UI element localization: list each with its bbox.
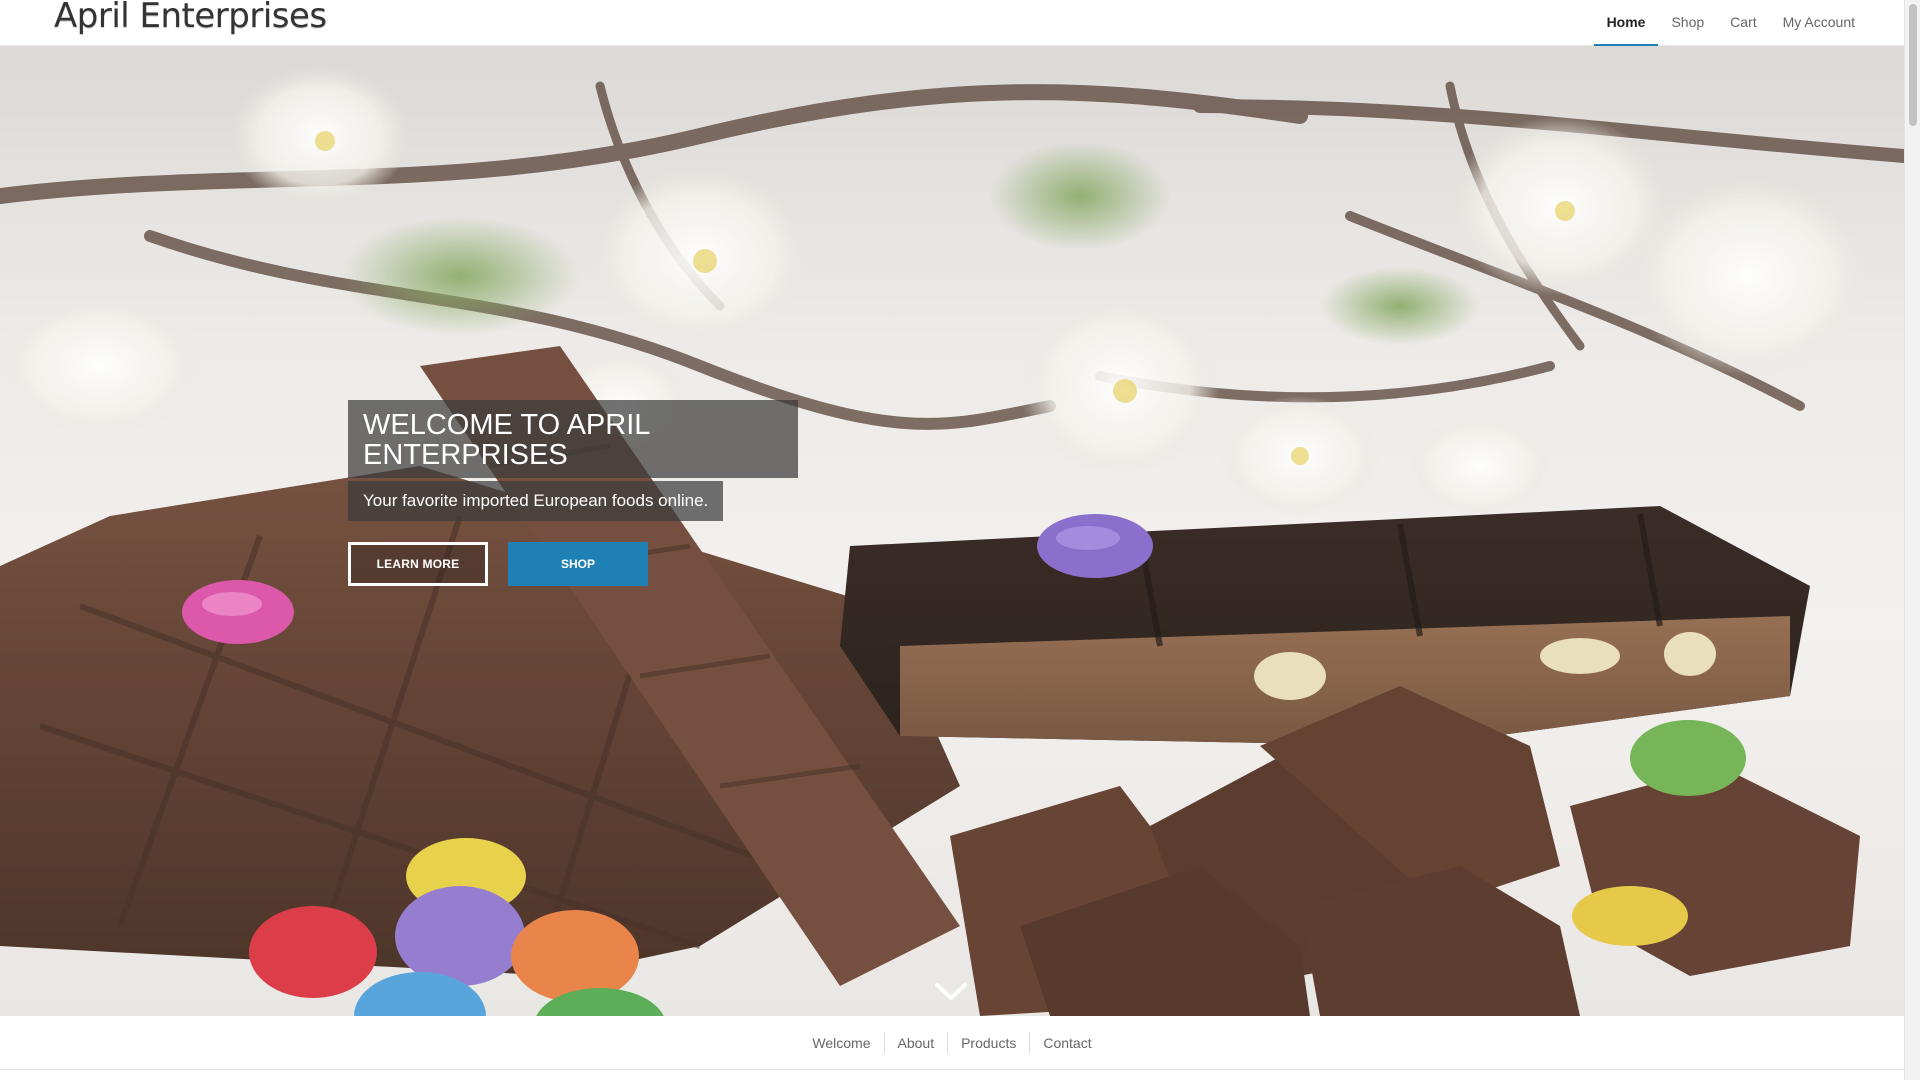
shop-button[interactable]: SHOP xyxy=(508,542,648,586)
site-header: April Enterprises Home Shop Cart My Acco… xyxy=(0,0,1904,46)
hero-title: WELCOME TO APRIL ENTERPRISES xyxy=(348,400,798,478)
vertical-scrollbar[interactable] xyxy=(1904,0,1920,1080)
section-link-contact[interactable]: Contact xyxy=(1029,1031,1104,1054)
nav-home[interactable]: Home xyxy=(1593,0,1659,46)
chevron-down-icon[interactable] xyxy=(934,980,968,1004)
section-nav: Welcome About Products Contact xyxy=(0,1016,1904,1070)
hero-section: WELCOME TO APRIL ENTERPRISES Your favori… xyxy=(0,46,1904,1016)
hero-subtitle: Your favorite imported European foods on… xyxy=(348,481,724,521)
scrollbar-thumb[interactable] xyxy=(1909,4,1917,126)
section-link-about[interactable]: About xyxy=(883,1031,948,1054)
nav-cart[interactable]: Cart xyxy=(1717,0,1769,46)
learn-more-button[interactable]: LEARN MORE xyxy=(348,542,488,586)
nav-shop[interactable]: Shop xyxy=(1658,0,1717,46)
section-link-products[interactable]: Products xyxy=(947,1031,1029,1054)
section-link-welcome[interactable]: Welcome xyxy=(799,1032,883,1054)
main-nav: Home Shop Cart My Account xyxy=(1593,0,1868,46)
nav-my-account[interactable]: My Account xyxy=(1770,0,1868,46)
site-logo[interactable]: April Enterprises xyxy=(54,0,327,36)
hero-background-image xyxy=(0,46,1904,1016)
